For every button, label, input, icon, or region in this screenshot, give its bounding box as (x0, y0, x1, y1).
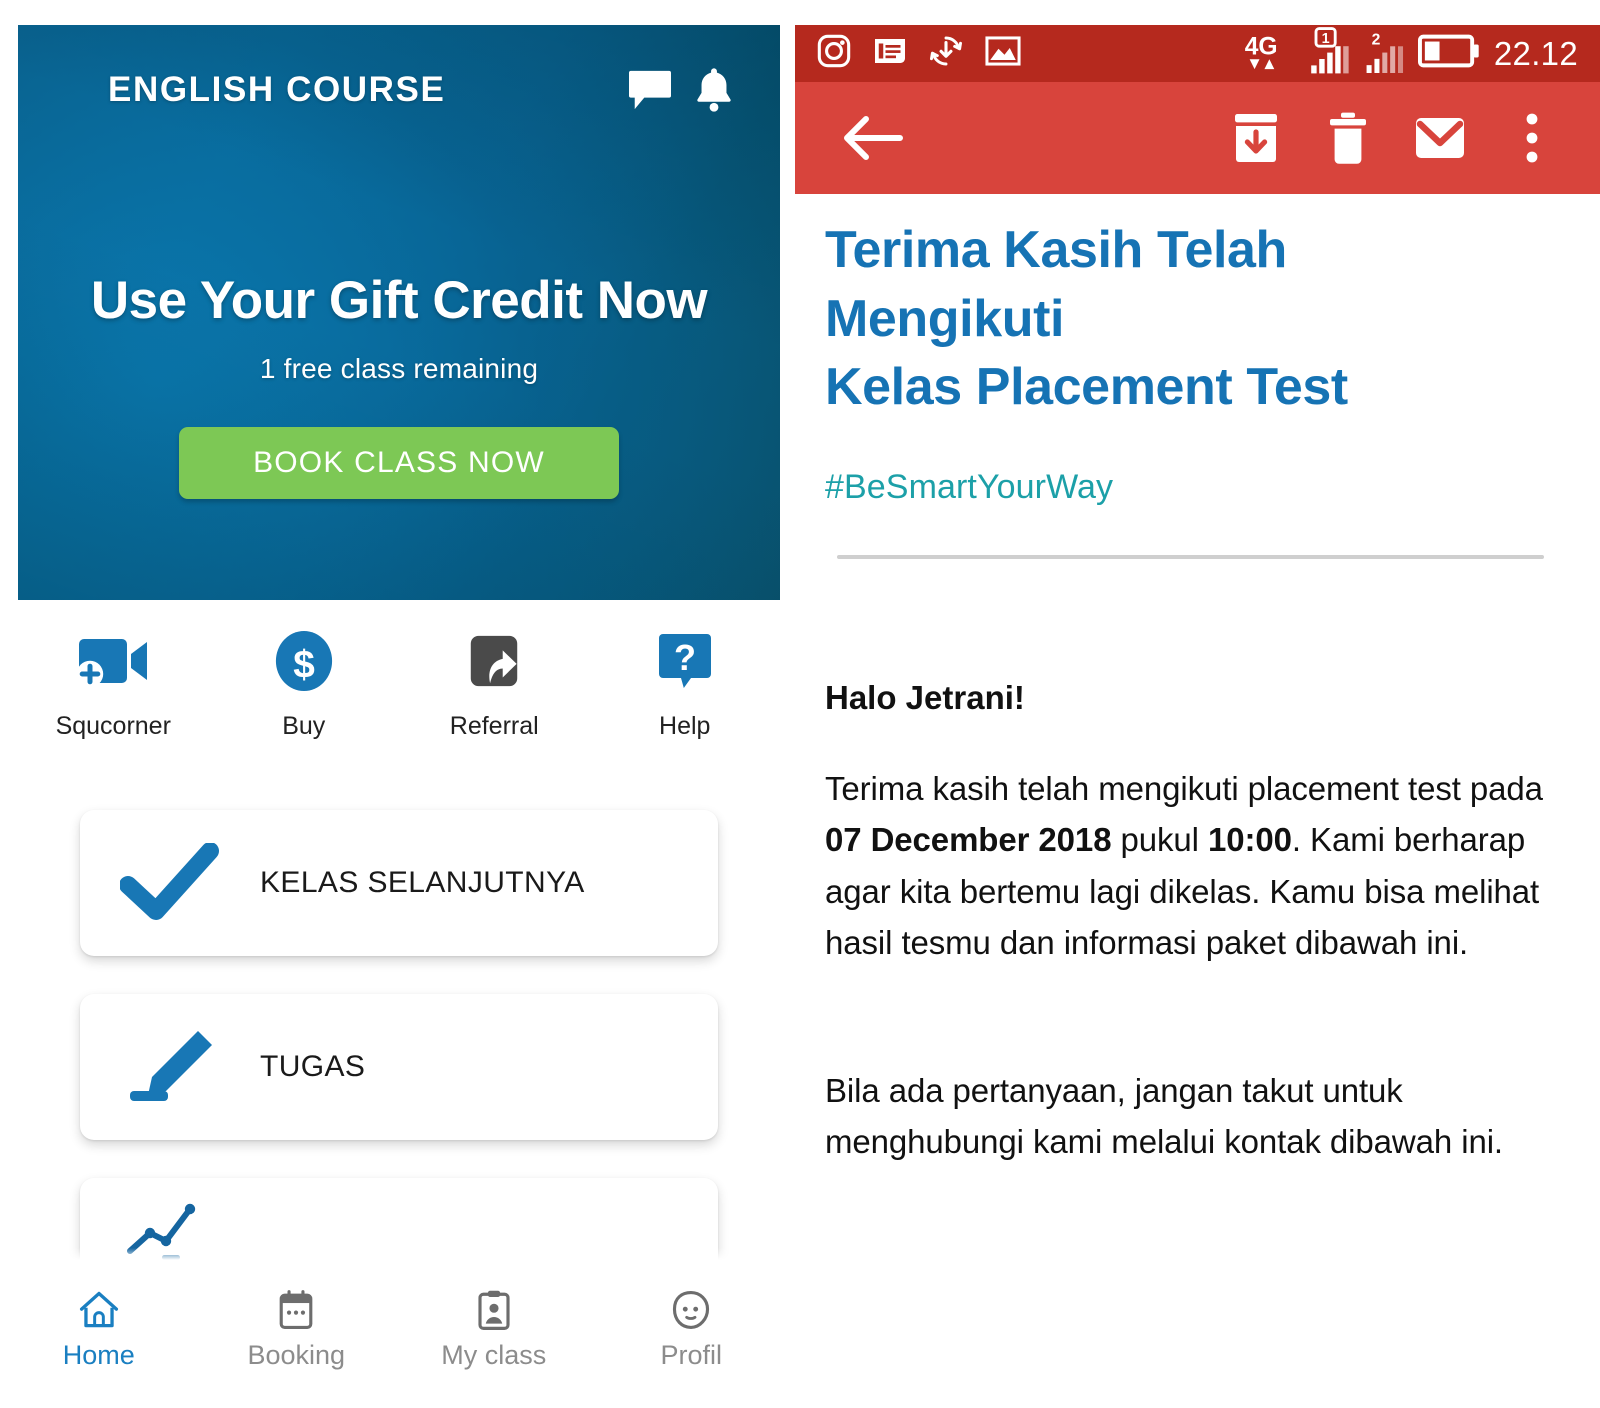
email-subject-line-3: Kelas Placement Test (825, 358, 1348, 417)
divider (837, 554, 1544, 559)
question-bubble-icon: ? (590, 628, 781, 694)
email-content-area: Terima Kasih Telah Mengikuti Kelas Place… (795, 194, 1600, 1408)
status-notification-icons (817, 34, 1243, 73)
paragraph-1-text-a: Terima kasih telah mengikuti placement t… (825, 769, 1543, 807)
face-icon (593, 1288, 791, 1332)
gift-credit-hero-banner: ENGLISH COURSE Use Your Gift Credit Now … (18, 25, 780, 600)
marker-pen-icon (80, 1025, 260, 1109)
quick-action-label: Help (659, 712, 711, 740)
quick-action-label: Squcorner (55, 712, 171, 740)
email-paragraph-1: Terima kasih telah mengikuti placement t… (825, 763, 1552, 969)
paragraph-1-text-b: pukul (1111, 821, 1208, 859)
app-header: ENGLISH COURSE (18, 25, 780, 155)
email-subject-heading: Terima Kasih Telah Mengikuti Kelas Place… (825, 216, 1552, 422)
svg-text:1: 1 (1321, 31, 1329, 47)
nav-item-profil[interactable]: Profil (593, 1260, 791, 1408)
dollar-circle-icon: $ (209, 628, 400, 694)
gmail-message-screen: 4G 1 2 22.12 Terima Kasih Telah Mengikut… (790, 0, 1600, 1408)
sim1-signal-icon: 1 (1308, 27, 1356, 80)
chat-bubble-icon[interactable] (618, 58, 682, 122)
email-subject-line-2: Mengikuti (825, 289, 1065, 348)
email-greeting: Halo Jetrani! (825, 678, 1025, 716)
home-icon (0, 1288, 198, 1332)
quick-action-label: Referral (449, 712, 539, 740)
hero-content: Use Your Gift Credit Now 1 free class re… (18, 270, 780, 499)
svg-text:?: ? (674, 637, 696, 678)
back-arrow-icon[interactable] (827, 92, 919, 184)
page-title: ENGLISH COURSE (108, 70, 446, 109)
quick-actions-row: Squcorner $ Buy Referral ? Help (18, 628, 780, 741)
more-vertical-icon[interactable] (1486, 92, 1578, 184)
id-card-icon (395, 1288, 593, 1332)
quick-action-referral[interactable]: Referral (399, 628, 590, 741)
instagram-icon (817, 34, 851, 73)
nav-item-my-class[interactable]: My class (395, 1260, 593, 1408)
gmail-action-toolbar (795, 82, 1600, 194)
archive-icon[interactable] (1210, 92, 1302, 184)
email-paragraph-2: Bila ada pertanyaan, jangan takut untuk … (825, 1071, 1503, 1161)
email-hashtag: #BeSmartYourWay (825, 467, 1114, 506)
email-subject-line-1: Terima Kasih Telah (825, 221, 1287, 279)
hero-subtext: 1 free class remaining (259, 353, 539, 384)
network-type-label: 4G (1243, 28, 1299, 79)
nav-label: Home (62, 1340, 135, 1370)
quick-action-buy[interactable]: $ Buy (209, 628, 400, 741)
hero-headline: Use Your Gift Credit Now (90, 271, 708, 330)
svg-text:$: $ (293, 643, 315, 686)
paragraph-1-time: 10:00 (1207, 821, 1292, 859)
paragraph-1-date: 07 December 2018 (825, 821, 1112, 859)
trash-icon[interactable] (1302, 92, 1394, 184)
message-note-icon (873, 36, 907, 71)
nav-label: My class (441, 1340, 547, 1370)
menu-card-list: KELAS SELANJUTNYA TUGAS (18, 810, 780, 1274)
sync-download-icon (929, 34, 963, 73)
sim2-signal-icon: 2 (1365, 27, 1409, 80)
bell-icon[interactable] (682, 58, 746, 122)
photo-icon (985, 36, 1021, 71)
share-arrow-icon (399, 628, 590, 694)
quick-action-help[interactable]: ? Help (590, 628, 781, 741)
status-system-icons: 4G 1 2 22.12 (1243, 27, 1578, 80)
envelope-icon[interactable] (1394, 92, 1486, 184)
battery-icon (1417, 33, 1480, 74)
nav-label: Booking (247, 1340, 346, 1370)
svg-text:4G: 4G (1245, 33, 1278, 60)
bottom-navigation-bar: Home Booking My class Profil (0, 1248, 791, 1408)
status-bar-clock: 22.12 (1493, 34, 1578, 72)
card-tugas[interactable]: TUGAS (80, 994, 718, 1140)
check-mark-icon (80, 843, 260, 923)
svg-text:2: 2 (1372, 32, 1381, 49)
card-kelas-selanjutnya[interactable]: KELAS SELANJUTNYA (80, 810, 718, 956)
nav-item-home[interactable]: Home (0, 1260, 198, 1408)
quick-action-label: Buy (282, 712, 326, 740)
card-label: TUGAS (260, 1050, 366, 1083)
nav-item-booking[interactable]: Booking (198, 1260, 396, 1408)
android-status-bar: 4G 1 2 22.12 (795, 25, 1600, 82)
book-class-now-button[interactable]: BOOK CLASS NOW (179, 427, 619, 499)
quick-action-squcorner[interactable]: Squcorner (18, 628, 209, 741)
nav-label: Profil (660, 1340, 722, 1370)
video-camera-plus-icon (18, 628, 209, 694)
english-course-app-screen: ENGLISH COURSE Use Your Gift Credit Now … (0, 0, 790, 1408)
card-label: KELAS SELANJUTNYA (260, 866, 585, 899)
calendar-icon (198, 1288, 396, 1332)
